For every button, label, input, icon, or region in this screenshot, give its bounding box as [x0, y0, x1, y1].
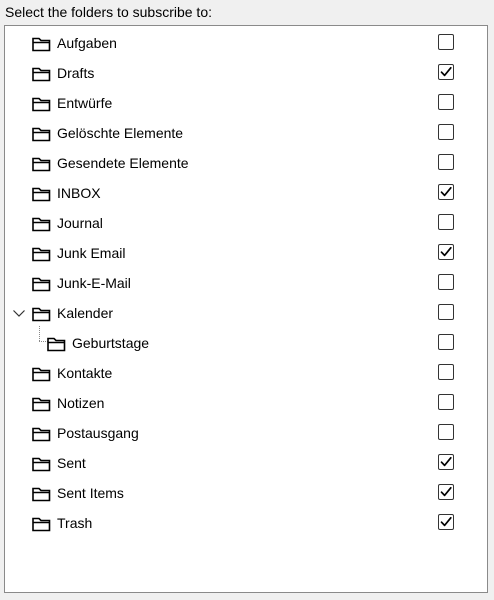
- subscribe-checkbox[interactable]: [438, 214, 454, 230]
- folder-label[interactable]: Trash: [57, 514, 92, 532]
- folder-icon: [32, 276, 51, 292]
- folder-icon: [32, 156, 51, 172]
- folder-icon: [47, 336, 66, 352]
- tree-row[interactable]: Sent: [5, 448, 487, 478]
- tree-row[interactable]: Entwürfe: [5, 88, 487, 118]
- subscribe-checkbox[interactable]: [438, 454, 454, 470]
- folder-label[interactable]: Geburtstage: [72, 334, 149, 352]
- folder-icon: [32, 366, 51, 382]
- folder-label[interactable]: Kalender: [57, 304, 113, 322]
- folder-label[interactable]: Journal: [57, 214, 103, 232]
- subscribe-checkbox[interactable]: [438, 304, 454, 320]
- subscribe-checkbox[interactable]: [438, 364, 454, 380]
- folder-icon: [32, 216, 51, 232]
- subscribe-checkbox[interactable]: [438, 334, 454, 350]
- subscribe-checkbox[interactable]: [438, 64, 454, 80]
- folder-label[interactable]: Gesendete Elemente: [57, 154, 189, 172]
- folder-icon: [32, 66, 51, 82]
- tree-row[interactable]: Journal: [5, 208, 487, 238]
- subscribe-checkbox[interactable]: [438, 274, 454, 290]
- tree-row[interactable]: Trash: [5, 508, 487, 538]
- folder-icon: [32, 36, 51, 52]
- folder-label[interactable]: Drafts: [57, 64, 94, 82]
- subscribe-checkbox[interactable]: [438, 184, 454, 200]
- tree-row[interactable]: INBOX: [5, 178, 487, 208]
- folder-icon: [32, 426, 51, 442]
- tree-row[interactable]: Drafts: [5, 58, 487, 88]
- chevron-down-icon[interactable]: [12, 306, 26, 320]
- folder-label[interactable]: Notizen: [57, 394, 104, 412]
- tree-row[interactable]: Sent Items: [5, 478, 487, 508]
- tree-row[interactable]: Geburtstage: [5, 328, 487, 358]
- tree-row[interactable]: Kalender: [5, 298, 487, 328]
- folder-label[interactable]: INBOX: [57, 184, 101, 202]
- tree-row[interactable]: Gesendete Elemente: [5, 148, 487, 178]
- tree-row[interactable]: Junk-E-Mail: [5, 268, 487, 298]
- subscribe-checkbox[interactable]: [438, 34, 454, 50]
- folder-label[interactable]: Sent: [57, 454, 86, 472]
- folder-label[interactable]: Entwürfe: [57, 94, 112, 112]
- folder-label[interactable]: Sent Items: [57, 484, 124, 502]
- tree-row[interactable]: Junk Email: [5, 238, 487, 268]
- folder-icon: [32, 456, 51, 472]
- folder-icon: [32, 186, 51, 202]
- folder-label[interactable]: Kontakte: [57, 364, 112, 382]
- folder-label[interactable]: Gelöschte Elemente: [57, 124, 183, 142]
- folder-label[interactable]: Postausgang: [57, 424, 139, 442]
- tree-row[interactable]: Aufgaben: [5, 28, 487, 58]
- folder-icon: [32, 246, 51, 262]
- folder-icon: [32, 306, 51, 322]
- folder-icon: [32, 96, 51, 112]
- subscribe-checkbox[interactable]: [438, 394, 454, 410]
- tree-row[interactable]: Kontakte: [5, 358, 487, 388]
- tree-row[interactable]: Gelöschte Elemente: [5, 118, 487, 148]
- folder-tree[interactable]: Aufgaben Drafts Entwürfe Gelöschte Elemente…: [4, 25, 488, 593]
- subscribe-checkbox[interactable]: [438, 514, 454, 530]
- folder-label[interactable]: Aufgaben: [57, 34, 117, 52]
- subscribe-checkbox[interactable]: [438, 424, 454, 440]
- folder-label[interactable]: Junk-E-Mail: [57, 274, 131, 292]
- tree-row[interactable]: Notizen: [5, 388, 487, 418]
- folder-icon: [32, 486, 51, 502]
- subscribe-checkbox[interactable]: [438, 154, 454, 170]
- subscribe-checkbox[interactable]: [438, 124, 454, 140]
- folder-icon: [32, 516, 51, 532]
- folder-icon: [32, 396, 51, 412]
- folder-icon: [32, 126, 51, 142]
- subscribe-checkbox[interactable]: [438, 484, 454, 500]
- folder-label[interactable]: Junk Email: [57, 244, 125, 262]
- subscribe-checkbox[interactable]: [438, 94, 454, 110]
- subscribe-checkbox[interactable]: [438, 244, 454, 260]
- tree-row[interactable]: Postausgang: [5, 418, 487, 448]
- prompt-label: Select the folders to subscribe to:: [5, 4, 212, 20]
